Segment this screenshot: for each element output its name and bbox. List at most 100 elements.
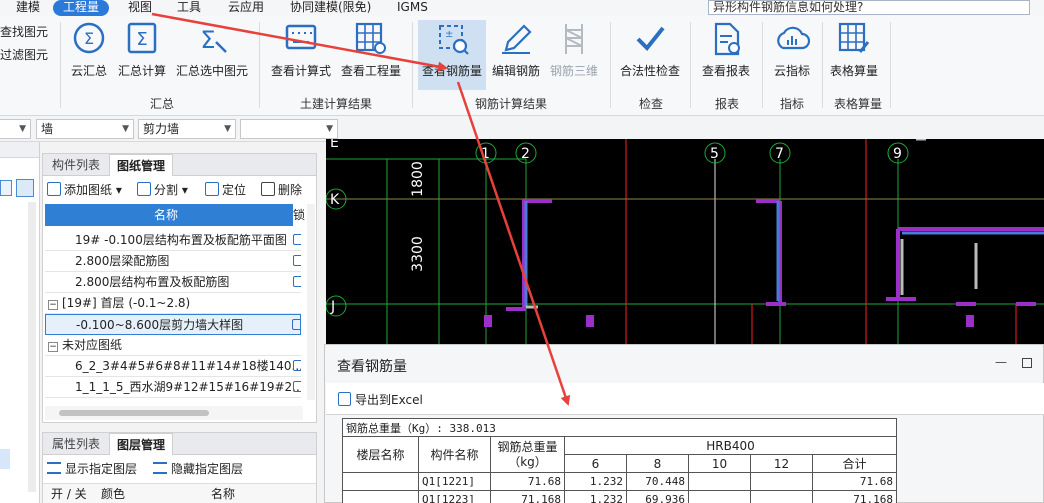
header-d6: 6 [564,454,627,473]
axis-number: 2 [521,146,530,162]
menu-tools[interactable]: 工具 [177,0,201,16]
cloud-summary-button[interactable]: Σ 云汇总 [66,20,112,90]
view-quantity-button[interactable]: 查看工程量 [338,20,404,90]
tab-component-list[interactable]: 构件列表 [45,154,107,176]
show-layer-label: 显示指定图层 [65,462,138,476]
header-unit: （kg） [508,454,547,469]
trash-icon [261,182,275,196]
find-element-button[interactable]: 查找图元 [0,23,48,40]
add-drawing-button[interactable]: 添加图纸 ▾ [47,182,122,198]
column-name: 名称 [153,208,178,222]
lock-icon[interactable] [292,319,300,330]
export-excel-label: 导出到Excel [355,393,423,407]
group-label-summary: 汇总 [150,97,175,111]
view-formula-button[interactable]: 查看计算式 [268,20,334,90]
header-total-weight: 钢筋总重量 （kg） [490,436,565,473]
lock-icon[interactable] [293,276,301,287]
menu-collab[interactable]: 协同建模(限免) [290,0,371,16]
split-icon [137,182,151,196]
element-sub-select[interactable]: 剪力墙 ▼ [138,119,236,139]
delete-button[interactable]: 删除 [261,182,302,198]
view-report-button[interactable]: 查看报表 [698,20,754,90]
cell-component: Q1[1223] [418,490,491,503]
tree-group-row[interactable]: − 未对应图纸 [45,335,301,356]
show-layer-button[interactable]: 显示指定图层 [47,460,137,477]
tab-layer-management[interactable]: 图层管理 [109,433,174,455]
edit-rebar-button[interactable]: 编辑钢筋 [490,20,542,90]
lock-icon[interactable] [293,381,301,392]
minimize-button[interactable]: — [995,355,1007,369]
column-layer-name: 名称 [211,487,236,501]
locate-icon [205,182,219,196]
drawing-list-item[interactable]: 2.800层梁配筋图 [45,251,301,272]
header-sum: 合计 [812,454,897,473]
tab-drawing-management[interactable]: 图纸管理 [109,154,174,176]
legality-check-label: 合法性检查 [619,64,680,78]
drawing-list-hscrollbar[interactable] [45,406,303,420]
lock-icon[interactable] [293,255,301,266]
menu-modeling[interactable]: 建模 [16,0,40,16]
list-view-icon[interactable] [0,180,12,196]
table-row[interactable]: Q1[1223] 71.168 1.232 69.936 71.168 [342,490,897,503]
axis-number: 5 [710,146,719,162]
navigation-scrollbar[interactable] [28,202,36,492]
collapse-toggle-icon[interactable]: − [48,342,58,352]
lock-icon[interactable] [293,234,301,245]
tree-group-row[interactable]: − [19#] 首层 (-0.1~2.8) [45,293,301,314]
filter-element-button[interactable]: 过滤图元 [0,46,48,63]
drawing-list-item[interactable]: 6_2_3#4#5#6#8#11#14#18楼140... [45,356,301,377]
cell-component: Q1[1221] [418,472,491,491]
summary-selected-button[interactable]: Σ 汇总选中图元 [174,20,250,90]
drawing-list-item[interactable]: 19# -0.100层结构布置及板配筋平面图 [45,230,301,251]
element-name-select[interactable]: ▼ [240,119,338,139]
tab-property-list[interactable]: 属性列表 [45,433,107,455]
cell-d10 [688,490,751,503]
cad-drawing-canvas[interactable]: 1 2 5 7 9 E K J 1800 3300 [326,139,1044,345]
floor-select[interactable]: ▼ [0,119,31,139]
split-label: 分割 [154,183,179,197]
edit-rebar-label: 编辑钢筋 [491,64,540,78]
grid-search-icon [355,22,386,54]
drawing-list-scrollbar[interactable] [307,204,315,400]
drawing-list-item[interactable]: 2.800层结构布置及板配筋图 [45,272,301,293]
cloud-index-label: 云指标 [773,64,810,78]
menu-igms[interactable]: IGMS [397,0,428,16]
cell-sum: 71.168 [812,490,897,503]
add-drawing-icon [47,182,61,196]
cad-drawing: 1 2 5 7 9 E K J 1800 3300 [326,139,1044,345]
drawing-list-item[interactable]: -0.100~8.600层剪力墙大样图 [45,314,301,335]
menu-cloud[interactable]: 云应用 [228,0,264,16]
collapse-toggle-icon[interactable]: − [48,300,58,310]
cloud-index-button[interactable]: 云指标 [768,20,816,90]
menu-view[interactable]: 视图 [128,0,152,16]
group-label-check: 检查 [639,97,664,111]
navigation-panel-header [0,142,39,158]
drawing-list-item[interactable]: 1_1_1_5_西水湖9#12#15#16#19#2... [45,377,301,398]
chevron-down-icon: ▼ [19,124,26,134]
layers-icon [47,462,61,474]
checkmark-icon [636,26,665,51]
nav-selected-marker [0,449,10,469]
locate-button[interactable]: 定位 [205,182,246,198]
hide-layer-button[interactable]: 隐藏指定图层 [153,460,243,477]
menu-quantity[interactable]: 工程量 [53,0,110,16]
ribbon: 查找图元 过滤图元 Σ 云汇总 Σ 汇总计算 Σ 汇总选中图元 汇总 查看计算式… [0,16,1044,116]
help-search-input[interactable]: 异形构件钢筋信息如何处理? [708,0,1030,15]
element-type-select[interactable]: 墙 ▼ [36,119,134,139]
export-excel-button[interactable]: 导出到Excel [338,391,423,408]
rebar-3d-button[interactable]: 钢筋三维 [546,20,602,90]
view-rebar-button[interactable]: ± 查看钢筋量 [418,20,486,90]
legality-check-button[interactable]: 合法性检查 [616,20,684,90]
summary-calc-label: 汇总计算 [117,64,166,78]
split-button[interactable]: 分割 ▾ [137,182,188,198]
table-row[interactable]: Q1[1221] 71.68 1.232 70.448 71.68 [342,472,897,491]
drawing-item-label: 2.800层梁配筋图 [75,254,170,268]
hscroll-thumb[interactable] [59,410,209,416]
summary-calc-button[interactable]: Σ 汇总计算 [116,20,168,90]
navigation-panel [0,142,40,503]
lock-icon[interactable] [293,360,301,371]
header-total-weight-text: 钢筋总重量 [497,439,558,454]
table-quantity-button[interactable]: 表格算量 [826,20,882,90]
maximize-button[interactable] [1022,358,1032,368]
detail-view-icon[interactable] [16,179,34,197]
